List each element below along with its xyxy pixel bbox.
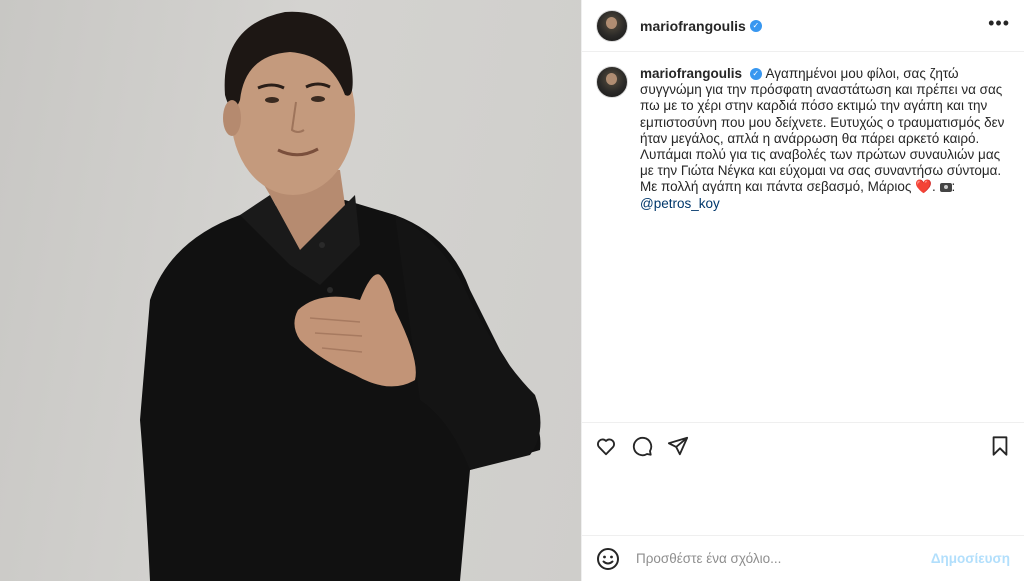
caption-text: Αγαπημένοι μου φίλοι, σας ζητώ συγγνώμη … [640, 66, 1005, 195]
post-actions-bar [582, 422, 1024, 468]
caption-username[interactable]: mariofrangoulis [640, 66, 742, 81]
post-details-panel: mariofrangoulis ✓ ••• mariofrangoulis ✓ … [581, 0, 1024, 581]
camera-emoji-icon [939, 183, 952, 193]
publish-comment-button[interactable]: Δημοσίευση [931, 551, 1010, 566]
post-photo[interactable] [0, 0, 581, 581]
post-header: mariofrangoulis ✓ ••• [582, 0, 1024, 52]
share-paper-plane-icon[interactable] [664, 432, 692, 460]
comment-input[interactable] [634, 550, 931, 567]
caption-text-block: mariofrangoulis ✓ Αγαπημένοι μου φίλοι, … [640, 66, 1005, 211]
likes-and-date-area [582, 468, 1024, 535]
more-options-icon[interactable]: ••• [988, 14, 1010, 38]
caption-separator: . [931, 179, 936, 195]
caption-verified-badge-icon: ✓ [749, 68, 762, 81]
verified-badge-icon: ✓ [749, 19, 762, 32]
add-comment-bar: Δημοσίευση [582, 535, 1024, 581]
author-username[interactable]: mariofrangoulis [640, 18, 746, 34]
caption-author-avatar[interactable] [596, 66, 628, 98]
comments-section: mariofrangoulis ✓ Αγαπημένοι μου φίλοι, … [582, 52, 1024, 422]
comment-bubble-icon[interactable] [628, 432, 656, 460]
caption-row: mariofrangoulis ✓ Αγαπημένοι μου φίλοι, … [596, 66, 1010, 212]
instagram-post-modal: mariofrangoulis ✓ ••• mariofrangoulis ✓ … [0, 0, 1024, 581]
save-bookmark-icon[interactable] [986, 432, 1014, 460]
photographer-mention-link[interactable]: @petros_koy [640, 196, 720, 211]
emoji-smiley-icon[interactable] [596, 547, 620, 571]
red-heart-emoji-icon: ❤️ [915, 179, 932, 195]
man-in-black-shirt-illustration [140, 11, 541, 581]
like-heart-icon[interactable] [592, 432, 620, 460]
author-avatar[interactable] [596, 9, 628, 42]
